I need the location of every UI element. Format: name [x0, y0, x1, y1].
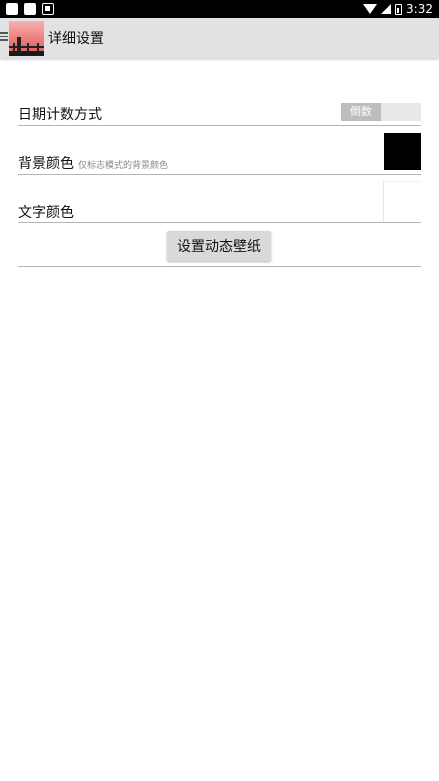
setting-date-mode[interactable]: 日期计数方式 倒数: [18, 100, 421, 126]
setting-label: 日期计数方式: [18, 107, 102, 123]
text-color-swatch[interactable]: [383, 181, 421, 222]
setting-label: 文字颜色: [18, 205, 74, 221]
setting-sublabel: 仅标志模式的背景颜色: [78, 161, 169, 171]
signal-icon: [381, 4, 392, 14]
status-bar: 3:32: [0, 0, 439, 18]
divider: [18, 266, 421, 267]
wifi-icon: [363, 4, 378, 14]
date-mode-toggle[interactable]: 倒数: [341, 103, 421, 121]
toggle-thumb: 倒数: [341, 103, 381, 121]
set-wallpaper-button[interactable]: 设置动态壁纸: [167, 231, 271, 261]
app-logo-icon[interactable]: [9, 21, 44, 56]
setting-background-color[interactable]: 背景颜色 仅标志模式的背景颜色: [18, 133, 421, 175]
page-title: 详细设置: [48, 31, 104, 47]
setting-label: 背景颜色: [18, 156, 74, 172]
setting-label-group: 背景颜色 仅标志模式的背景颜色: [18, 153, 168, 173]
app-bar: 详细设置: [0, 18, 439, 58]
setting-text-color[interactable]: 文字颜色: [18, 181, 421, 223]
system-icons: 3:32: [363, 1, 433, 17]
notification-icon: [6, 3, 18, 15]
notification-icon: [42, 3, 54, 15]
background-color-swatch[interactable]: [384, 133, 421, 170]
menu-icon[interactable]: [0, 32, 8, 43]
battery-icon: [395, 3, 403, 15]
notification-icons: [6, 3, 54, 15]
status-time: 3:32: [406, 2, 433, 16]
notification-icon: [24, 3, 36, 15]
